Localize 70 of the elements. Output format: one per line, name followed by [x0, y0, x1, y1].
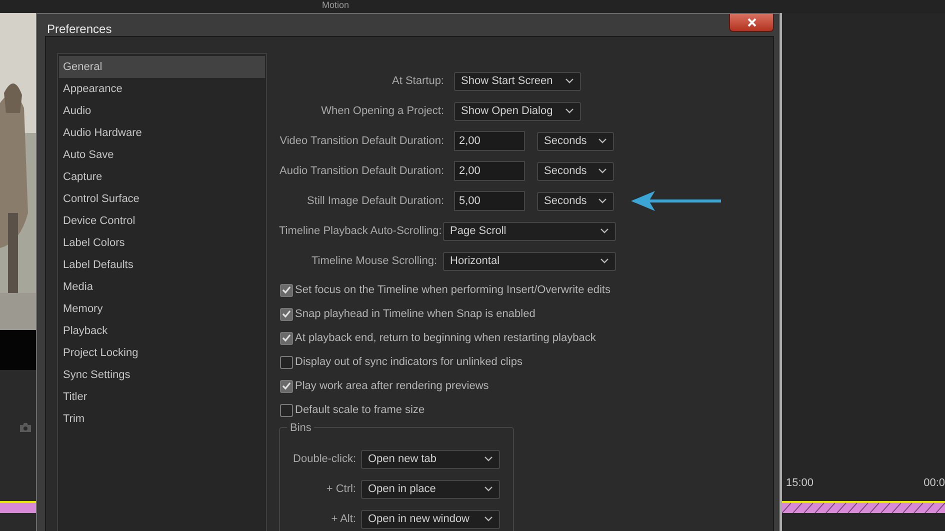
- chevron-icon: [598, 138, 607, 144]
- category-item[interactable]: Sync Settings: [59, 364, 265, 386]
- category-item[interactable]: Capture: [59, 166, 265, 188]
- duration-field[interactable]: 2,00: [454, 131, 525, 151]
- chevron-icon: [598, 168, 607, 174]
- unit-dropdown[interactable]: Seconds: [537, 162, 614, 180]
- checkbox[interactable]: [280, 284, 293, 296]
- checkbox[interactable]: [280, 308, 293, 320]
- dropdown[interactable]: Page Scroll: [443, 222, 616, 240]
- chevron-icon: [565, 108, 574, 114]
- close-button[interactable]: [729, 14, 774, 32]
- chevron-icon: [484, 456, 493, 462]
- timecode: 15:00: [786, 477, 814, 489]
- chevron-icon: [484, 516, 493, 522]
- category-item[interactable]: Trim: [59, 408, 265, 430]
- checkbox-label: Play work area after rendering previews: [295, 380, 489, 392]
- setting-label: Double-click:: [292, 453, 356, 465]
- dropdown[interactable]: Show Open Dialog: [454, 102, 581, 120]
- category-item[interactable]: Media: [59, 276, 265, 298]
- checkbox[interactable]: [280, 404, 293, 416]
- category-item[interactable]: Label Defaults: [59, 254, 265, 276]
- chevron-icon: [484, 486, 493, 492]
- chevron-icon: [598, 198, 607, 204]
- chevron-icon: [600, 258, 609, 264]
- unit-dropdown[interactable]: Seconds: [537, 132, 614, 150]
- checkbox[interactable]: [280, 332, 293, 344]
- close-icon: [746, 18, 756, 27]
- category-item[interactable]: Project Locking: [59, 342, 265, 364]
- setting-label: When Opening a Project:: [320, 105, 444, 117]
- dropdown[interactable]: Open new tab: [361, 450, 500, 468]
- category-item[interactable]: Label Colors: [59, 232, 265, 254]
- dropdown[interactable]: Show Start Screen: [454, 72, 581, 90]
- setting-label: Audio Transition Default Duration:: [279, 165, 444, 177]
- setting-label: At Startup:: [391, 75, 444, 87]
- dropdown[interactable]: Horizontal: [443, 252, 616, 270]
- category-item[interactable]: Device Control: [59, 210, 265, 232]
- category-item[interactable]: Audio Hardware: [59, 122, 265, 144]
- checkbox-label: Snap playhead in Timeline when Snap is enabled: [295, 308, 536, 320]
- dropdown[interactable]: Open in place: [361, 480, 500, 498]
- duration-field[interactable]: 5,00: [454, 191, 525, 211]
- setting-label: Still Image Default Duration:: [306, 195, 444, 207]
- setting-label: Timeline Mouse Scrolling:: [310, 255, 437, 267]
- checkbox-label: At playback end, return to beginning when restarting playback: [295, 332, 596, 344]
- work-area-bar: [0, 501, 36, 515]
- category-item[interactable]: Memory: [59, 298, 265, 320]
- chevron-icon: [565, 78, 574, 84]
- category-item[interactable]: Playback: [59, 320, 265, 342]
- category-item[interactable]: Control Surface: [59, 188, 265, 210]
- dropdown[interactable]: Open in new window: [361, 510, 500, 528]
- category-item[interactable]: General: [59, 56, 265, 78]
- category-item[interactable]: Titler: [59, 386, 265, 408]
- panel-title: Motion: [322, 0, 350, 12]
- category-item[interactable]: Appearance: [59, 78, 265, 100]
- group-title: Bins: [287, 422, 314, 434]
- checkbox[interactable]: [280, 380, 293, 392]
- setting-label: Video Transition Default Duration:: [279, 135, 444, 147]
- timecode: 00:0: [924, 477, 945, 489]
- checkbox-label: Set focus on the Timeline when performing Insert/Overwrite edits: [295, 284, 610, 296]
- setting-label: + Ctrl:: [325, 483, 356, 495]
- video-letterbox: [0, 330, 36, 370]
- setting-label: + Alt:: [330, 513, 356, 525]
- unit-dropdown[interactable]: Seconds: [537, 192, 614, 210]
- checkbox[interactable]: [280, 356, 293, 368]
- duration-field[interactable]: 2,00: [454, 161, 525, 181]
- category-item[interactable]: Audio: [59, 100, 265, 122]
- checkbox-label: Default scale to frame size: [295, 404, 425, 416]
- chevron-icon: [600, 228, 609, 234]
- category-item[interactable]: Auto Save: [59, 144, 265, 166]
- checkbox-label: Display out of sync indicators for unlinked clips: [295, 356, 522, 368]
- window-title: Preferences: [47, 22, 112, 36]
